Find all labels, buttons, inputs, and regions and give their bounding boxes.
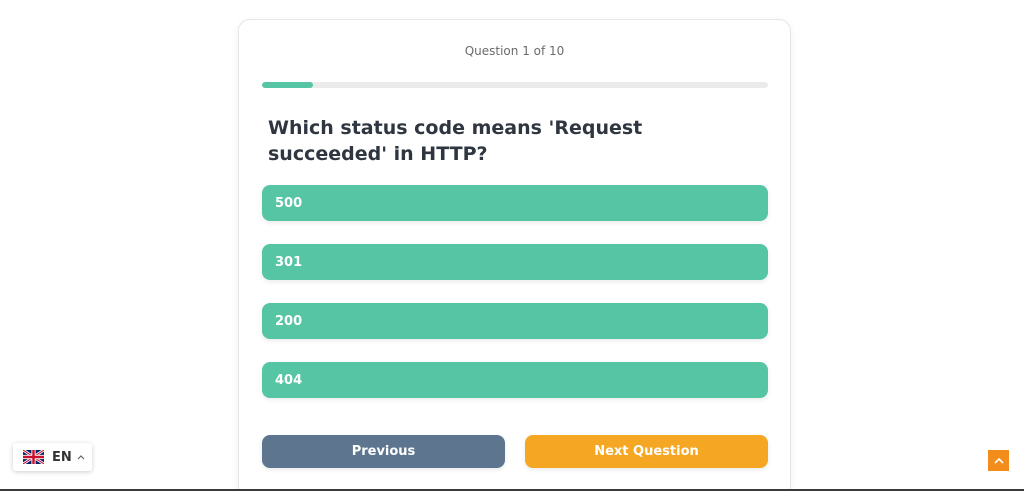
answer-option[interactable]: 200 (262, 303, 768, 339)
progress-bar (262, 82, 768, 88)
scroll-to-top-button[interactable] (988, 450, 1009, 471)
quiz-card: Question 1 of 10 Which status code means… (238, 19, 791, 491)
progress-bar-fill (262, 82, 313, 88)
language-code: EN (52, 449, 72, 465)
chevron-up-icon (993, 457, 1004, 464)
answer-option[interactable]: 500 (262, 185, 768, 221)
previous-button[interactable]: Previous (262, 435, 505, 468)
answer-options: 500 301 200 404 (262, 185, 768, 421)
answer-option[interactable]: 404 (262, 362, 768, 398)
page: Question 1 of 10 Which status code means… (0, 0, 1024, 491)
next-question-button[interactable]: Next Question (525, 435, 768, 468)
question-text: Which status code means 'Request succeed… (268, 117, 643, 165)
language-switcher[interactable]: EN (13, 443, 92, 471)
question-counter: Question 1 of 10 (464, 44, 565, 58)
answer-option[interactable]: 301 (262, 244, 768, 280)
chevron-up-icon (77, 455, 85, 460)
uk-flag-icon (23, 450, 44, 464)
